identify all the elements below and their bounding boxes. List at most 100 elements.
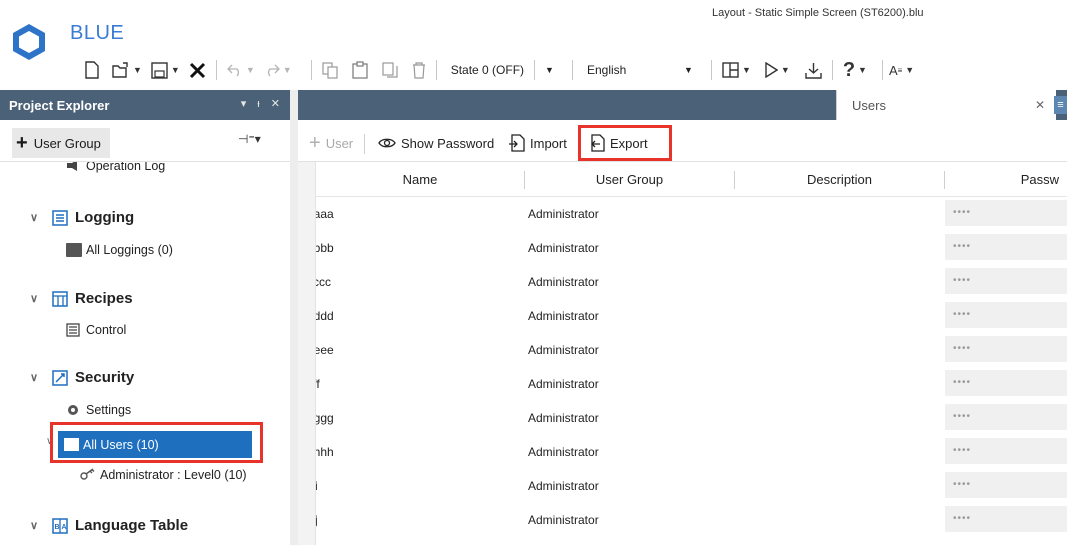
redo-icon[interactable] bbox=[264, 57, 280, 83]
duplicate-icon[interactable] bbox=[382, 57, 398, 83]
chevron-down-icon[interactable]: ∨ bbox=[30, 211, 46, 224]
paste-icon[interactable] bbox=[352, 57, 368, 83]
column-header-description[interactable]: Description bbox=[735, 162, 944, 197]
tree-item-control[interactable]: Control bbox=[66, 323, 126, 337]
cell-password[interactable]: •••• bbox=[945, 302, 1067, 328]
table-row[interactable]: jjjj Administrator •••• bbox=[316, 503, 1067, 537]
table-row[interactable]: hhhh Administrator •••• bbox=[316, 435, 1067, 469]
toolbar-separator bbox=[364, 134, 365, 154]
table-row[interactable]: gggg Administrator •••• bbox=[316, 401, 1067, 435]
run-dropdown-icon[interactable]: ▼ bbox=[781, 65, 790, 75]
undo-dropdown-icon[interactable]: ▼ bbox=[246, 65, 255, 75]
column-header-name[interactable]: Name bbox=[316, 162, 524, 197]
cell-name[interactable]: cccc bbox=[316, 265, 331, 299]
cell-password[interactable]: •••• bbox=[945, 438, 1067, 464]
tree-item-all-loggings[interactable]: All Loggings (0) bbox=[66, 243, 173, 257]
table-row[interactable]: ffff Administrator •••• bbox=[316, 367, 1067, 401]
chevron-down-icon[interactable]: ∨ bbox=[30, 292, 46, 305]
toolbar-separator bbox=[435, 60, 437, 80]
tree-item-logging[interactable]: ∨ Logging bbox=[30, 209, 134, 226]
close-icon[interactable] bbox=[189, 57, 206, 83]
new-file-icon[interactable] bbox=[84, 57, 100, 83]
logging-icon bbox=[52, 209, 68, 226]
table-row[interactable]: aaaa Administrator •••• bbox=[316, 197, 1067, 231]
help-dropdown-icon[interactable]: ▼ bbox=[858, 65, 867, 75]
cell-name[interactable]: hhhh bbox=[316, 435, 334, 469]
table-row[interactable]: cccc Administrator •••• bbox=[316, 265, 1067, 299]
font-size-icon[interactable]: A ≡ bbox=[889, 57, 902, 83]
cell-name[interactable]: jjjj bbox=[316, 503, 318, 537]
cell-password[interactable]: •••• bbox=[945, 336, 1067, 362]
cell-user-group[interactable]: Administrator bbox=[528, 333, 599, 367]
cell-name[interactable]: dddd bbox=[316, 299, 334, 333]
import-button[interactable]: Import bbox=[508, 132, 567, 154]
cell-name[interactable]: iiii bbox=[316, 469, 318, 503]
cell-name[interactable]: eeee bbox=[316, 333, 334, 367]
gear-icon bbox=[66, 403, 82, 417]
cell-user-group[interactable]: Administrator bbox=[528, 299, 599, 333]
cell-name[interactable]: bbbb bbox=[316, 231, 334, 265]
layout-icon[interactable] bbox=[722, 57, 739, 83]
cell-user-group[interactable]: Administrator bbox=[528, 503, 599, 537]
table-row[interactable]: dddd Administrator •••• bbox=[316, 299, 1067, 333]
tree-item-recipes[interactable]: ∨ Recipes bbox=[30, 290, 133, 307]
tree-item-language-table[interactable]: ∨ BA Language Table bbox=[30, 517, 188, 534]
cell-password[interactable]: •••• bbox=[945, 404, 1067, 430]
cell-user-group[interactable]: Administrator bbox=[528, 265, 599, 299]
cell-user-group[interactable]: Administrator bbox=[528, 197, 599, 231]
chevron-down-icon[interactable]: ∨ bbox=[30, 371, 46, 384]
pin-icon[interactable]: ⊣⁼▾ bbox=[238, 132, 261, 146]
show-password-button[interactable]: Show Password bbox=[378, 132, 494, 154]
chevron-down-icon[interactable]: ▼ bbox=[676, 65, 701, 75]
pane-controls[interactable]: ▾ ᵻ ✕ bbox=[241, 97, 284, 110]
table-row[interactable]: iiii Administrator •••• bbox=[316, 469, 1067, 503]
cell-name[interactable]: ffff bbox=[316, 367, 320, 401]
column-header-password[interactable]: Passw bbox=[945, 162, 1067, 197]
copy-icon[interactable] bbox=[322, 57, 338, 83]
language-select[interactable]: English ▼ bbox=[583, 58, 701, 82]
cell-password[interactable]: •••• bbox=[945, 268, 1067, 294]
cell-password[interactable]: •••• bbox=[945, 506, 1067, 532]
transfer-icon[interactable] bbox=[805, 57, 822, 83]
column-header-user-group[interactable]: User Group bbox=[525, 162, 734, 197]
chevron-down-icon[interactable]: ∨ bbox=[30, 519, 46, 532]
save-dropdown-icon[interactable]: ▼ bbox=[171, 65, 180, 75]
delete-icon[interactable] bbox=[412, 57, 426, 83]
close-tab-icon[interactable]: ✕ bbox=[1035, 98, 1045, 112]
open-dropdown-icon[interactable]: ▼ bbox=[133, 65, 142, 75]
tree-item-administrator[interactable]: Administrator : Level0 (10) bbox=[80, 468, 247, 482]
cell-password[interactable]: •••• bbox=[945, 234, 1067, 260]
cell-password[interactable]: •••• bbox=[945, 370, 1067, 396]
state-select[interactable]: State 0 (OFF) ▼ bbox=[447, 58, 562, 82]
cell-user-group[interactable]: Administrator bbox=[528, 435, 599, 469]
table-row[interactable]: eeee Administrator •••• bbox=[316, 333, 1067, 367]
tree-item-operation-log[interactable]: Operation Log bbox=[66, 162, 165, 173]
cell-password[interactable]: •••• bbox=[945, 200, 1067, 226]
open-file-icon[interactable] bbox=[112, 57, 130, 83]
cell-user-group[interactable]: Administrator bbox=[528, 367, 599, 401]
add-user-button[interactable]: + User bbox=[309, 132, 353, 154]
cell-user-group[interactable]: Administrator bbox=[528, 469, 599, 503]
cell-password[interactable]: •••• bbox=[945, 472, 1067, 498]
tree-item-settings[interactable]: Settings bbox=[66, 403, 131, 417]
cell-name[interactable]: gggg bbox=[316, 401, 334, 435]
table-row[interactable]: bbbb Administrator •••• bbox=[316, 231, 1067, 265]
tree-item-security[interactable]: ∨ Security bbox=[30, 369, 134, 386]
pane-splitter[interactable] bbox=[290, 90, 298, 545]
run-icon[interactable] bbox=[764, 57, 778, 83]
redo-dropdown-icon[interactable]: ▼ bbox=[283, 65, 292, 75]
recipes-icon bbox=[52, 290, 68, 307]
save-icon[interactable] bbox=[151, 57, 168, 83]
row-header-margin bbox=[298, 162, 316, 545]
help-icon[interactable]: ? bbox=[843, 57, 855, 83]
undo-icon[interactable] bbox=[226, 57, 243, 83]
cell-user-group[interactable]: Administrator bbox=[528, 401, 599, 435]
layout-dropdown-icon[interactable]: ▼ bbox=[742, 65, 751, 75]
font-size-dropdown-icon[interactable]: ▼ bbox=[905, 65, 914, 75]
cell-user-group[interactable]: Administrator bbox=[528, 231, 599, 265]
add-user-group-button[interactable]: + User Group bbox=[12, 128, 110, 158]
tab-users[interactable]: Users bbox=[836, 90, 1056, 120]
cell-name[interactable]: aaaa bbox=[316, 197, 334, 231]
tab-menu-icon[interactable]: ≡ bbox=[1054, 96, 1067, 114]
chevron-down-icon[interactable]: ▼ bbox=[537, 65, 562, 75]
